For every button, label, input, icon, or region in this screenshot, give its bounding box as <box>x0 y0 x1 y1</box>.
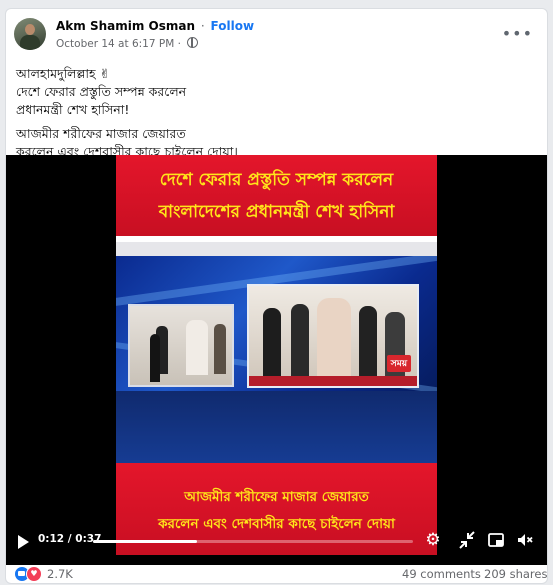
settings-icon[interactable]: ⚙ <box>424 531 442 549</box>
presenter-figure <box>150 334 160 382</box>
volume-muted-icon[interactable] <box>516 531 534 549</box>
headline-top-line-2: বাংলাদেশের প্রধানমন্ত্রী শেখ হাসিনা <box>158 202 395 222</box>
video-controls: 0:12 / 0:37 ⚙ <box>6 521 547 565</box>
more-icon[interactable]: ••• <box>502 24 533 43</box>
studio-screen-main: সময় <box>247 284 419 388</box>
headline-top-line-1: দেশে ফেরার প্রস্তুতি সম্পন্ন করলেন <box>159 170 394 190</box>
post-header: Akm Shamim Osman · Follow October 14 at … <box>14 18 539 58</box>
author-name[interactable]: Akm Shamim Osman <box>56 19 195 33</box>
video-frame: দেশে ফেরার প্রস্তুতি সম্পন্ন করলেন বাংলা… <box>116 155 437 555</box>
fullscreen-exit-icon[interactable] <box>458 531 476 549</box>
globe-icon <box>187 37 199 48</box>
post-footer: ♥ 2.7K 49 comments 209 shares <box>6 565 547 583</box>
reaction-count[interactable]: 2.7K <box>47 567 73 581</box>
author-row: Akm Shamim Osman · Follow <box>56 19 254 33</box>
avatar[interactable] <box>14 18 46 50</box>
follow-button[interactable]: Follow <box>211 19 255 33</box>
shares-count[interactable]: 209 shares <box>484 567 547 581</box>
post-text: আলহামদুলিল্লাহ ✌ দেশে ফেরার প্রস্তুতি সম… <box>16 65 516 161</box>
headline-bottom-line-1: আজমীর শরীফের মাজার জেয়ারত <box>184 489 369 505</box>
post-line: দেশে ফেরার প্রস্তুতি সম্পন্ন করলেন <box>16 84 187 99</box>
play-icon[interactable] <box>18 535 29 549</box>
channel-logo: সময় <box>386 355 411 372</box>
pip-icon[interactable] <box>487 531 505 549</box>
post-card: Akm Shamim Osman · Follow October 14 at … <box>5 8 548 584</box>
post-meta: October 14 at 6:17 PM · <box>56 37 199 50</box>
video-player[interactable]: দেশে ফেরার প্রস্তুতি সম্পন্ন করলেন বাংলা… <box>6 155 547 565</box>
headline-banner-top: দেশে ফেরার প্রস্তুতি সম্পন্ন করলেন বাংলা… <box>116 155 437 236</box>
news-studio-scene: সময় <box>116 256 437 391</box>
comments-count[interactable]: 49 comments <box>402 567 481 581</box>
post-line: আলহামদুলিল্লাহ ✌ <box>16 66 111 81</box>
progress-bar[interactable] <box>93 540 413 543</box>
timestamp[interactable]: October 14 at 6:17 PM · <box>56 38 181 50</box>
love-reaction-icon[interactable]: ♥ <box>26 566 42 582</box>
post-line: আজমীর শরীফের মাজার জেয়ারত <box>16 126 186 141</box>
post-line: প্রধানমন্ত্রী শেখ হাসিনা! <box>16 102 130 117</box>
studio-screen-left <box>128 304 234 387</box>
separator: · <box>200 19 205 33</box>
time-display: 0:12 / 0:37 <box>38 533 102 545</box>
progress-fill <box>93 540 197 543</box>
